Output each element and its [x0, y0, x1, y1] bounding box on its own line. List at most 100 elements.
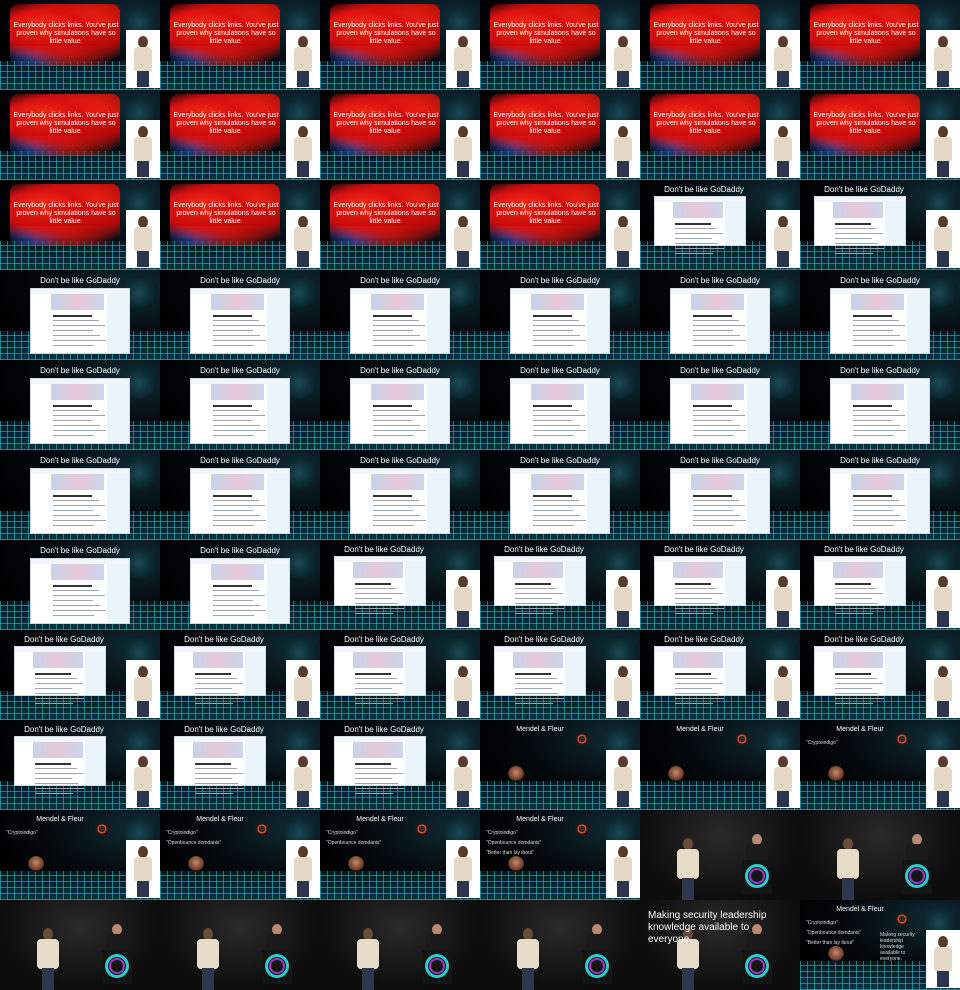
- video-frame[interactable]: Don't be like GoDaddy: [640, 450, 800, 540]
- video-frame[interactable]: Everybody clicks links. You've just prov…: [160, 0, 320, 90]
- video-frame[interactable]: Everybody clicks links. You've just prov…: [480, 180, 640, 270]
- web-page-screenshot: [814, 196, 906, 254]
- video-frame[interactable]: Everybody clicks links. You've just prov…: [480, 0, 640, 90]
- video-frame[interactable]: Don't be like GoDaddy: [800, 180, 960, 270]
- video-frame[interactable]: Don't be like GoDaddy: [160, 450, 320, 540]
- text-line: [354, 773, 404, 774]
- video-frame[interactable]: Everybody clicks links. You've just prov…: [480, 90, 640, 180]
- web-page-screenshot: [510, 288, 610, 354]
- video-frame[interactable]: Mendel & Fleur "Cryptoindigo": [0, 810, 160, 900]
- text-line: [212, 330, 253, 331]
- video-frame[interactable]: Don't be like GoDaddy: [0, 540, 160, 630]
- slide-title: Don't be like GoDaddy: [40, 366, 120, 375]
- video-frame[interactable]: [160, 900, 320, 990]
- video-frame[interactable]: [640, 810, 800, 900]
- video-frame[interactable]: Don't be like GoDaddy: [640, 360, 800, 450]
- video-frame[interactable]: Don't be like GoDaddy: [320, 540, 480, 630]
- video-frame[interactable]: Don't be like GoDaddy: [480, 630, 640, 720]
- podium: [742, 950, 772, 984]
- page-banner: [193, 652, 243, 668]
- video-frame[interactable]: Don't be like GoDaddy: [0, 450, 160, 540]
- video-frame[interactable]: Don't be like GoDaddy: [800, 360, 960, 450]
- text-line: [354, 698, 405, 699]
- video-frame[interactable]: Everybody clicks links. You've just prov…: [320, 180, 480, 270]
- page-banner: [370, 294, 425, 310]
- slide-title: Don't be like GoDaddy: [664, 635, 744, 644]
- video-frame[interactable]: Don't be like GoDaddy: [0, 720, 160, 810]
- video-frame[interactable]: Making security leadership knowledge ava…: [640, 900, 800, 990]
- video-frame[interactable]: Don't be like GoDaddy: [160, 360, 320, 450]
- video-frame[interactable]: Mendel & Fleur "Cryptoindigo" "Openbounce …: [480, 810, 640, 900]
- video-frame[interactable]: Everybody clicks links. You've just prov…: [640, 0, 800, 90]
- video-frame[interactable]: Don't be like GoDaddy: [800, 540, 960, 630]
- video-frame[interactable]: Don't be like GoDaddy: [640, 180, 800, 270]
- video-frame[interactable]: Don't be like GoDaddy: [800, 450, 960, 540]
- video-frame[interactable]: Don't be like GoDaddy: [320, 270, 480, 360]
- video-frame[interactable]: Don't be like GoDaddy: [640, 630, 800, 720]
- video-frame[interactable]: Everybody clicks links. You've just prov…: [160, 90, 320, 180]
- video-frame[interactable]: Don't be like GoDaddy: [0, 630, 160, 720]
- video-frame[interactable]: Don't be like GoDaddy: [640, 540, 800, 630]
- video-frame[interactable]: Mendel & Fleur "Cryptoindigo" "Openbounce …: [800, 900, 960, 990]
- video-frame[interactable]: [480, 900, 640, 990]
- speaker-body: [614, 857, 632, 881]
- video-frame[interactable]: [800, 810, 960, 900]
- text-line: [532, 420, 573, 421]
- text-line: [674, 688, 712, 689]
- page-banner: [33, 652, 83, 668]
- video-frame[interactable]: [320, 900, 480, 990]
- video-frame[interactable]: Mendel & Fleur "Cryptoindigo": [800, 720, 960, 810]
- video-frame[interactable]: Mendel & Fleur: [480, 720, 640, 810]
- video-frame[interactable]: Don't be like GoDaddy: [480, 360, 640, 450]
- video-frame[interactable]: Don't be like GoDaddy: [800, 630, 960, 720]
- text-line: [834, 688, 872, 689]
- video-frame[interactable]: Don't be like GoDaddy: [160, 720, 320, 810]
- text-line: [34, 763, 71, 765]
- video-frame[interactable]: Everybody clicks links. You've just prov…: [320, 0, 480, 90]
- text-line: [372, 500, 419, 501]
- video-frame[interactable]: Everybody clicks links. You've just prov…: [0, 180, 160, 270]
- text-line: [532, 435, 574, 436]
- video-frame[interactable]: Mendel & Fleur: [640, 720, 800, 810]
- text-line: [52, 615, 94, 616]
- speaker-body: [934, 767, 952, 791]
- video-frame[interactable]: Don't be like GoDaddy: [160, 630, 320, 720]
- page-banner: [193, 742, 243, 758]
- video-frame[interactable]: Everybody clicks links. You've just prov…: [640, 90, 800, 180]
- video-frame[interactable]: Everybody clicks links. You've just prov…: [800, 0, 960, 90]
- speaker-legs: [137, 881, 149, 897]
- slide-text: Everybody clicks links. You've just prov…: [12, 112, 120, 136]
- video-frame[interactable]: [0, 900, 160, 990]
- text-line: [372, 525, 414, 526]
- video-frame[interactable]: Don't be like GoDaddy: [480, 450, 640, 540]
- text-line: [372, 345, 414, 346]
- video-frame[interactable]: Don't be like GoDaddy: [160, 540, 320, 630]
- video-frame[interactable]: Everybody clicks links. You've just prov…: [0, 0, 160, 90]
- video-frame[interactable]: Don't be like GoDaddy: [800, 270, 960, 360]
- speaker-video: [126, 840, 160, 898]
- video-frame[interactable]: Don't be like GoDaddy: [320, 450, 480, 540]
- video-frame[interactable]: Don't be like GoDaddy: [320, 360, 480, 450]
- video-frame[interactable]: Mendel & Fleur "Cryptoindigo" "Openbounce …: [320, 810, 480, 900]
- video-frame[interactable]: Everybody clicks links. You've just prov…: [800, 90, 960, 180]
- video-frame[interactable]: Don't be like GoDaddy: [640, 270, 800, 360]
- text-line: [674, 608, 725, 609]
- body: [357, 939, 379, 969]
- video-frame[interactable]: Mendel & Fleur "Cryptoindigo" "Openbounce …: [160, 810, 320, 900]
- text-line: [194, 768, 238, 769]
- text-line: [52, 605, 100, 606]
- video-frame[interactable]: Don't be like GoDaddy: [0, 360, 160, 450]
- video-frame[interactable]: Everybody clicks links. You've just prov…: [160, 180, 320, 270]
- speaker-body: [134, 767, 152, 791]
- video-frame[interactable]: Everybody clicks links. You've just prov…: [320, 90, 480, 180]
- text-line: [372, 430, 427, 431]
- video-frame[interactable]: Don't be like GoDaddy: [0, 270, 160, 360]
- video-frame[interactable]: Don't be like GoDaddy: [320, 630, 480, 720]
- video-frame[interactable]: Everybody clicks links. You've just prov…: [0, 90, 160, 180]
- video-frame[interactable]: Don't be like GoDaddy: [320, 720, 480, 810]
- video-frame[interactable]: Don't be like GoDaddy: [160, 270, 320, 360]
- video-frame[interactable]: Don't be like GoDaddy: [480, 270, 640, 360]
- video-frame[interactable]: Don't be like GoDaddy: [480, 540, 640, 630]
- text-line: [834, 223, 871, 225]
- speaker-legs: [617, 251, 629, 267]
